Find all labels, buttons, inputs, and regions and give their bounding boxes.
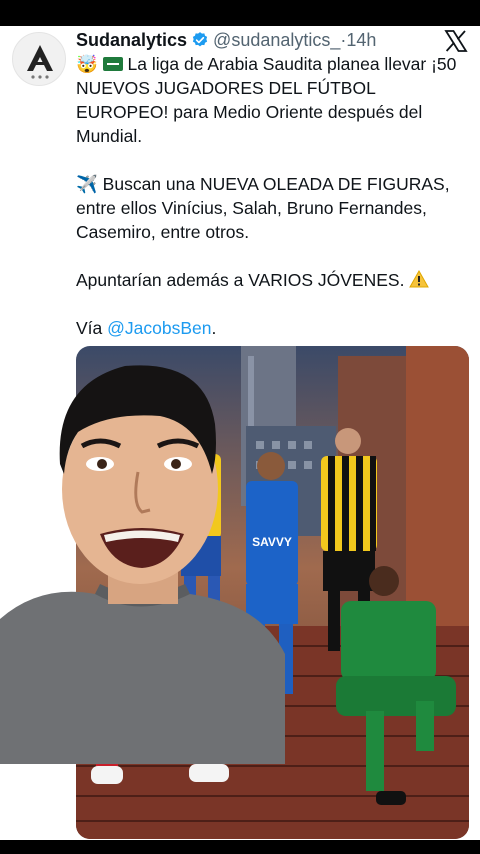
warning-icon bbox=[409, 270, 430, 288]
paragraph-2-text: Buscan una NUEVA OLEADA DE FIGURAS, entr… bbox=[76, 174, 450, 242]
verified-badge-icon bbox=[192, 32, 208, 47]
saudi-flag-icon bbox=[102, 57, 123, 71]
tweet-text: 🤯 La liga de Arabia Saudita planea lleva… bbox=[76, 52, 471, 364]
paragraph-3-text: Apuntarían además a VARIOS JÓVENES. bbox=[76, 270, 405, 290]
tweet-paragraph-3: Apuntarían además a VARIOS JÓVENES. bbox=[76, 268, 471, 292]
airplane-emoji: ✈️ bbox=[76, 174, 98, 194]
avatar[interactable] bbox=[12, 32, 66, 86]
period: . bbox=[211, 318, 217, 338]
tweet-paragraph-4: Vía @JacobsBen. bbox=[76, 316, 471, 340]
mention-link[interactable]: @JacobsBen bbox=[107, 318, 211, 338]
tweet-paragraph-1: 🤯 La liga de Arabia Saudita planea lleva… bbox=[76, 52, 471, 148]
via-label: Vía bbox=[76, 318, 103, 338]
x-logo-icon bbox=[444, 30, 468, 52]
exploding-head-emoji: 🤯 bbox=[76, 54, 98, 74]
tweet-card[interactable]: Sudanalytics @sudanalytics_ · 14h 🤯 La l… bbox=[0, 26, 480, 840]
bottom-bar-area bbox=[0, 840, 480, 854]
facecam-overlay bbox=[0, 354, 285, 764]
tweet-paragraph-2: ✈️ Buscan una NUEVA OLEADA DE FIGURAS, e… bbox=[76, 172, 471, 244]
author-name[interactable]: Sudanalytics bbox=[76, 30, 187, 51]
tweet-time[interactable]: 14h bbox=[346, 30, 376, 51]
tweet-header: Sudanalytics @sudanalytics_ · 14h bbox=[76, 28, 376, 52]
status-bar-area bbox=[0, 0, 480, 26]
author-handle[interactable]: @sudanalytics_ bbox=[213, 30, 340, 51]
paragraph-1-text: La liga de Arabia Saudita planea llevar … bbox=[76, 54, 457, 146]
